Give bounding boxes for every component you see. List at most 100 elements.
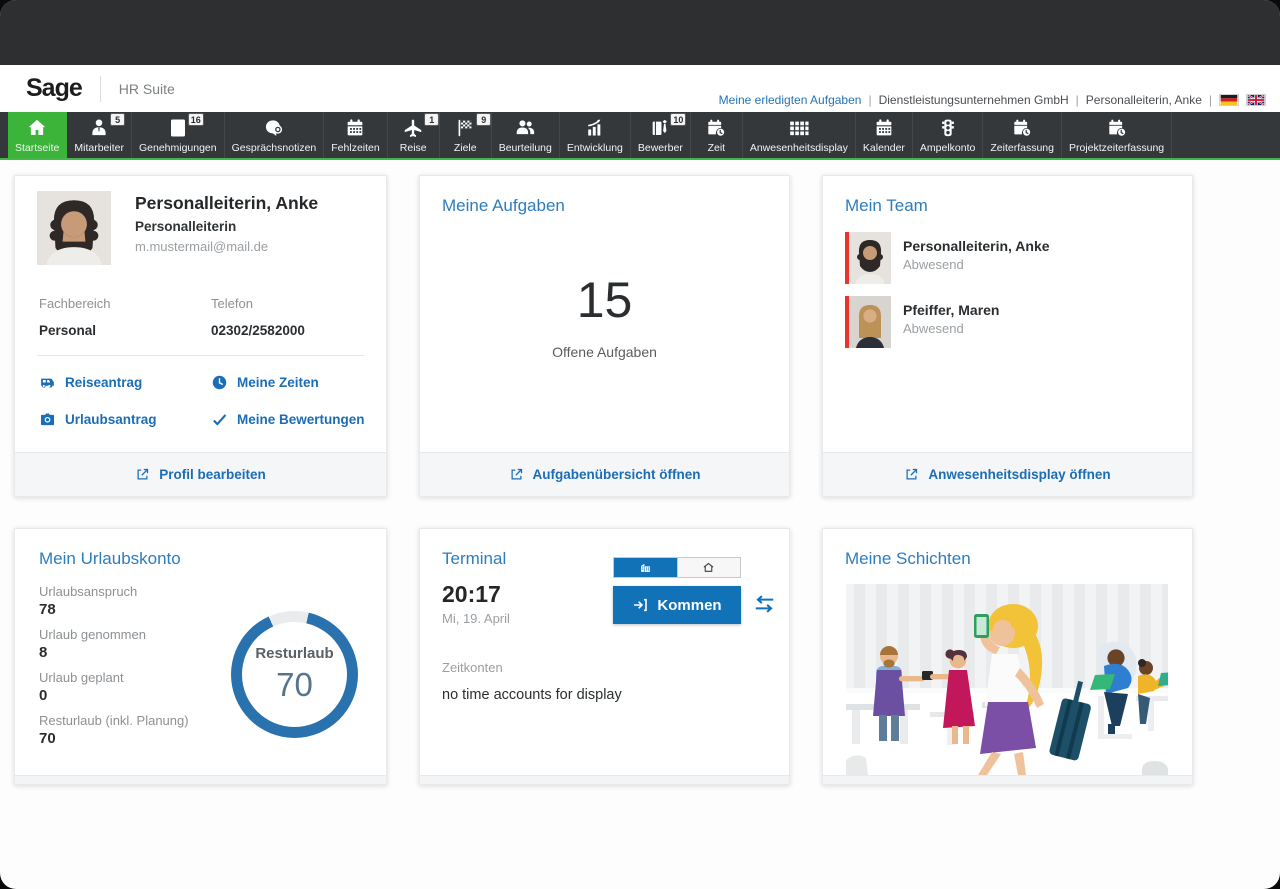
nav-item-kalender[interactable]: Kalender (856, 112, 913, 158)
swap-direction-icon[interactable] (754, 595, 775, 618)
team-member-row[interactable]: Pfeiffer, Maren Abwesend (845, 296, 999, 348)
card-bottom-strip (15, 775, 386, 784)
nav-item-zeit[interactable]: Zeit (691, 112, 743, 158)
nav-item-ampelkonto[interactable]: Ampelkonto (913, 112, 983, 158)
footer-label: Aufgabenübersicht öffnen (533, 467, 701, 482)
donut-center-value: 70 (276, 666, 313, 704)
shifts-illustration (846, 584, 1168, 775)
app-header: Sage HR Suite Meine erledigten Aufgaben … (0, 65, 1280, 112)
field-label: Fachbereich (39, 296, 111, 311)
nav-item-mitarbeiter[interactable]: 5 Mitarbeiter (67, 112, 132, 158)
travel-request-link[interactable]: Reiseantrag (39, 374, 142, 391)
nav-item-zeiterfassung[interactable]: Zeiterfassung (983, 112, 1062, 158)
nav-item-projektzeiterfassung[interactable]: Projektzeiterfassung (1062, 112, 1172, 158)
nav-label: Anwesenheitsdisplay (750, 142, 848, 154)
vacation-donut-chart: Resturlaub 70 (231, 611, 358, 738)
uk-flag-icon[interactable] (1246, 94, 1266, 106)
chart-icon (584, 116, 606, 140)
nav-item-ziele[interactable]: 9 Ziele (440, 112, 492, 158)
stat-label: Urlaub genommen (39, 627, 189, 642)
nav-label: Ampelkonto (920, 142, 975, 154)
open-presence-display-button[interactable]: Anwesenheitsdisplay öffnen (823, 452, 1192, 496)
briefcase-tie-icon: 10 (649, 116, 671, 140)
enter-icon (632, 597, 648, 613)
profile-role: Personalleiterin (135, 219, 236, 234)
field-value: Personal (39, 323, 96, 338)
donut-center-label: Resturlaub (255, 645, 333, 662)
traffic-light-icon (937, 116, 959, 140)
clock-in-label: Kommen (657, 597, 721, 614)
external-link-icon (904, 467, 919, 482)
nav-label: Fehlzeiten (331, 142, 379, 154)
team-member-row[interactable]: Personalleiterin, Anke Abwesend (845, 232, 1050, 284)
terminal-card: Terminal 20:17 Mi, 19. April Kommen Zeit… (419, 528, 790, 785)
open-tasks-label: Offene Aufgaben (420, 344, 789, 360)
nav-item-reise[interactable]: 1 Reise (388, 112, 440, 158)
nav-item-bewerber[interactable]: 10 Bewerber (631, 112, 691, 158)
browser-chrome-strip (0, 0, 1280, 65)
calendar-icon (344, 116, 366, 140)
member-name: Pfeiffer, Maren (903, 302, 999, 318)
nav-badge: 9 (476, 113, 491, 126)
external-link-icon (509, 467, 524, 482)
nav-label: Beurteilung (499, 142, 552, 154)
field-value: 02302/2582000 (211, 323, 305, 338)
profile-card: Personalleiterin, Anke Personalleiterin … (14, 175, 387, 497)
nav-item-gespraechsnotizen[interactable]: Gesprächsnotizen (225, 112, 325, 158)
company-name: Dienstleistungsunternehmen GmbH (879, 93, 1069, 107)
dashboard: Personalleiterin, Anke Personalleiterin … (0, 160, 1280, 785)
nav-item-startseite[interactable]: Startseite (8, 112, 67, 158)
stat-value: 0 (39, 687, 189, 704)
stat-label: Urlaub geplant (39, 670, 189, 685)
check-icon (211, 411, 228, 428)
nav-item-genehmigungen[interactable]: 16 Genehmigungen (132, 112, 225, 158)
home-toggle-button[interactable] (677, 558, 741, 577)
nav-badge: 1 (424, 113, 439, 126)
member-status: Abwesend (903, 257, 1050, 272)
header-links: Meine erledigten Aufgaben | Dienstleistu… (719, 93, 1266, 107)
card-title: Mein Team (845, 196, 928, 216)
my-reviews-link[interactable]: Meine Bewertungen (211, 411, 365, 428)
german-flag-icon[interactable] (1219, 94, 1239, 106)
header-separator: | (1076, 93, 1079, 107)
calendar-clock-icon (1011, 116, 1033, 140)
nav-item-anwesenheitsdisplay[interactable]: Anwesenheitsdisplay (743, 112, 856, 158)
shifts-card: Meine Schichten (822, 528, 1193, 785)
card-title: Meine Schichten (845, 549, 971, 569)
vacation-request-link[interactable]: Urlaubsantrag (39, 411, 157, 428)
sage-logo: Sage (26, 74, 82, 103)
grid-icon (788, 116, 810, 140)
location-toggle (613, 557, 741, 578)
calendar-clock-icon (1106, 116, 1128, 140)
open-task-overview-button[interactable]: Aufgabenübersicht öffnen (420, 452, 789, 496)
time-accounts-label: Zeitkonten (442, 660, 503, 675)
time-accounts-empty-message: no time accounts for display (442, 687, 622, 703)
link-label: Urlaubsantrag (65, 412, 157, 427)
document-icon: 16 (167, 116, 189, 140)
calendar-icon (873, 116, 895, 140)
current-user[interactable]: Personalleiterin, Anke (1086, 93, 1202, 107)
office-toggle-button[interactable] (614, 558, 677, 577)
nav-label: Entwicklung (567, 142, 623, 154)
nav-label: Kalender (863, 142, 905, 154)
vacation-card: Mein Urlaubskonto Urlaubsanspruch78 Urla… (14, 528, 387, 785)
clock-in-button[interactable]: Kommen (613, 586, 741, 624)
speech-bubble-icon (263, 116, 285, 140)
profile-email: m.mustermail@mail.de (135, 239, 268, 254)
nav-item-entwicklung[interactable]: Entwicklung (560, 112, 631, 158)
done-tasks-link[interactable]: Meine erledigten Aufgaben (719, 93, 862, 107)
nav-item-beurteilung[interactable]: Beurteilung (492, 112, 560, 158)
camera-icon (39, 411, 56, 428)
field-label: Telefon (211, 296, 253, 311)
my-times-link[interactable]: Meine Zeiten (211, 374, 319, 391)
home-icon (26, 116, 48, 140)
nav-badge: 5 (110, 113, 125, 126)
nav-item-fehlzeiten[interactable]: Fehlzeiten (324, 112, 387, 158)
product-name: HR Suite (119, 81, 175, 97)
stat-value: 70 (39, 730, 189, 747)
member-photo (845, 296, 891, 348)
people-icon (514, 116, 536, 140)
edit-profile-button[interactable]: Profil bearbeiten (15, 452, 386, 496)
stat-value: 8 (39, 644, 189, 661)
open-tasks-count: 15 (420, 271, 789, 329)
